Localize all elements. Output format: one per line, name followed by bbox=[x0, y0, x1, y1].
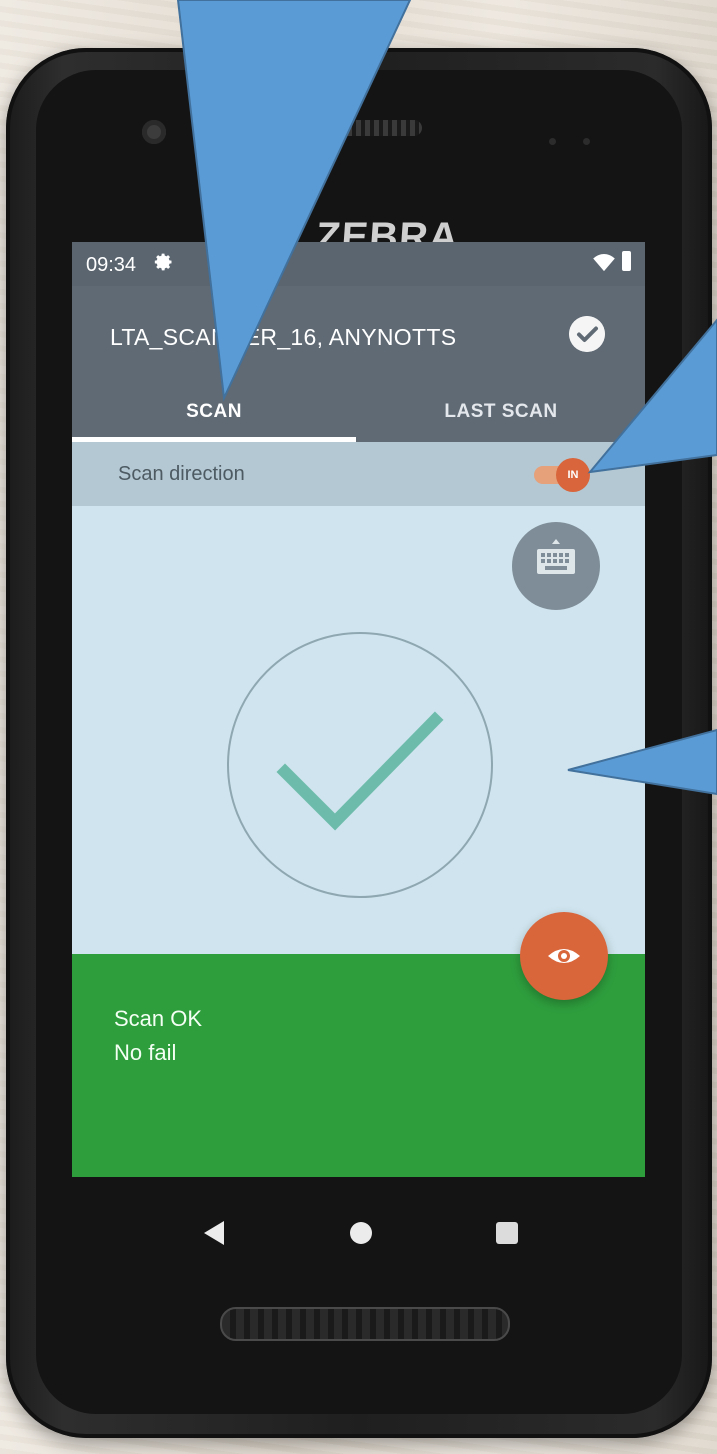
callout-arrow-direction-toggle bbox=[587, 318, 717, 474]
callout-arrow-view-button bbox=[567, 728, 717, 796]
callout-arrow-scan-tab bbox=[176, 0, 412, 402]
annotation-callouts bbox=[176, 0, 717, 796]
